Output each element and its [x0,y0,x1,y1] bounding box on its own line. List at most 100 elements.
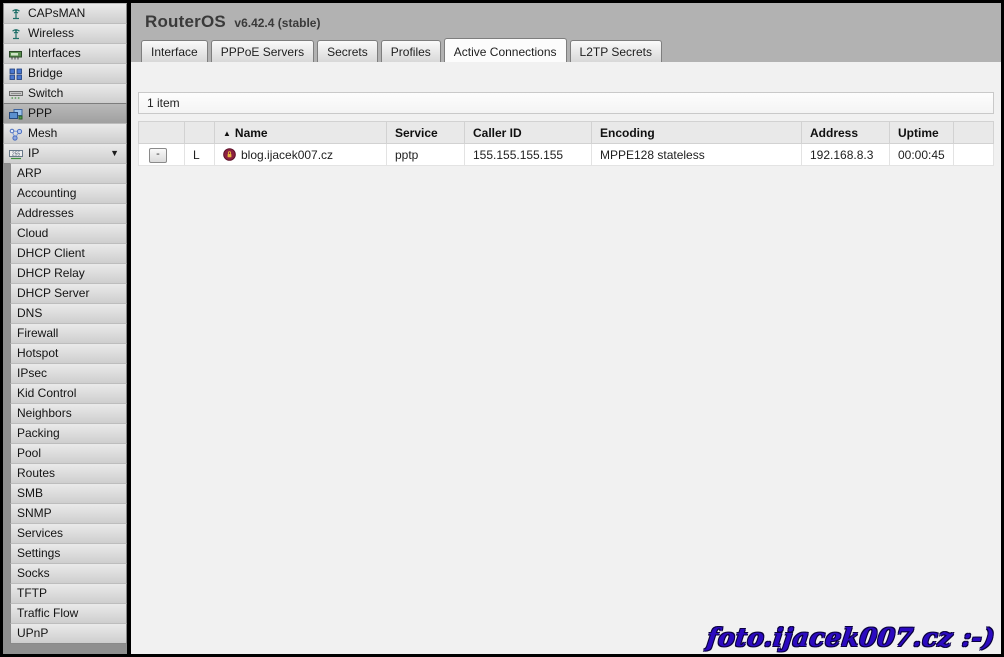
sidebar-item-label: Routes [17,464,55,483]
connections-table-wrap: ▲NameServiceCaller IDEncodingAddressUpti… [138,121,994,166]
column-header-name[interactable]: ▲Name [215,122,387,144]
ppp-icon [8,107,25,121]
sidebar-item-dhcp-client[interactable]: DHCP Client [10,243,127,264]
connections-table: ▲NameServiceCaller IDEncodingAddressUpti… [138,121,994,166]
sidebar: CAPsMANWirelessInterfacesBridgeSwitchPPP… [3,3,127,654]
sort-ascending-icon: ▲ [223,129,231,138]
tab-profiles[interactable]: Profiles [381,40,441,62]
sidebar-item-label: TFTP [17,584,47,603]
wireless-antenna-icon [8,27,25,41]
column-header-remove[interactable] [139,122,185,144]
sidebar-item-label: Firewall [17,324,58,343]
column-header-flags[interactable] [185,122,215,144]
column-header-spacer[interactable] [954,122,994,144]
tab-active-connections[interactable]: Active Connections [444,38,567,62]
cell-address: 192.168.8.3 [802,144,890,166]
sidebar-item-label: Interfaces [28,44,81,63]
sidebar-item-kid-control[interactable]: Kid Control [10,383,127,404]
sidebar-item-ip[interactable]: 255 IP ▼ [3,143,127,164]
sidebar-item-interfaces[interactable]: Interfaces [3,43,127,64]
sidebar-item-label: PPP [28,104,52,123]
sidebar-item-dhcp-server[interactable]: DHCP Server [10,283,127,304]
sidebar-item-label: Bridge [28,64,63,83]
sidebar-item-label: CAPsMAN [28,4,85,23]
sidebar-item-label: Addresses [17,204,74,223]
items-count-bar: 1 item [138,92,994,114]
sidebar-item-mesh[interactable]: Mesh [3,123,127,144]
column-header-uptime[interactable]: Uptime [890,122,954,144]
sidebar-item-hotspot[interactable]: Hotspot [10,343,127,364]
remove-connection-button[interactable]: - [149,148,167,163]
sidebar-item-arp[interactable]: ARP [10,163,127,184]
sidebar-item-label: SMB [17,484,43,503]
sidebar-item-label: IP [28,144,39,163]
sidebar-item-traffic-flow[interactable]: Traffic Flow [10,603,127,624]
sidebar-item-dns[interactable]: DNS [10,303,127,324]
sidebar-item-accounting[interactable]: Accounting [10,183,127,204]
sidebar-item-smb[interactable]: SMB [10,483,127,504]
tab-bar: InterfacePPPoE ServersSecretsProfilesAct… [141,38,665,62]
sidebar-item-packing[interactable]: Packing [10,423,127,444]
sidebar-item-tftp[interactable]: TFTP [10,583,127,604]
sidebar-item-dhcp-relay[interactable]: DHCP Relay [10,263,127,284]
ip-icon: 255 [8,147,25,161]
sidebar-item-label: DHCP Server [17,284,89,303]
interface-card-icon [8,47,25,61]
sidebar-item-label: Accounting [17,184,76,203]
sidebar-item-capsman[interactable]: CAPsMAN [3,3,127,24]
cell-flags: L [185,144,215,166]
sidebar-item-label: Traffic Flow [17,604,78,623]
tab-secrets[interactable]: Secrets [317,40,378,62]
sidebar-item-services[interactable]: Services [10,523,127,544]
sidebar-item-settings[interactable]: Settings [10,543,127,564]
cell-spacer [954,144,994,166]
sidebar-item-bridge[interactable]: Bridge [3,63,127,84]
sidebar-item-label: IPsec [17,364,47,383]
sidebar-item-label: ARP [17,164,42,183]
sidebar-item-label: Mesh [28,124,57,143]
sidebar-item-label: UPnP [17,624,48,643]
svg-text:255: 255 [12,151,21,157]
cell-encoding: MPPE128 stateless [592,144,802,166]
tab-l2tp-secrets[interactable]: L2TP Secrets [570,40,662,62]
sidebar-item-routes[interactable]: Routes [10,463,127,484]
sidebar-item-label: DHCP Client [17,244,85,263]
sidebar-item-socks[interactable]: Socks [10,563,127,584]
column-header-service[interactable]: Service [387,122,465,144]
tab-pppoe-servers[interactable]: PPPoE Servers [211,40,314,62]
product-name: RouterOS [145,12,226,31]
tab-interface[interactable]: Interface [141,40,208,62]
page-title: RouterOS v6.42.4 (stable) [145,12,320,32]
sidebar-item-switch[interactable]: Switch [3,83,127,104]
sidebar-item-label: Wireless [28,24,74,43]
sidebar-item-snmp[interactable]: SNMP [10,503,127,524]
sidebar-item-label: Cloud [17,224,48,243]
mesh-icon [8,127,25,141]
sidebar-item-label: Kid Control [17,384,76,403]
sidebar-item-firewall[interactable]: Firewall [10,323,127,344]
sidebar-item-pool[interactable]: Pool [10,443,127,464]
items-count-label: 1 item [147,96,180,110]
cell-remove: - [139,144,185,166]
connection-name: blog.ijacek007.cz [241,148,333,162]
sidebar-item-label: SNMP [17,504,52,523]
column-header-address[interactable]: Address [802,122,890,144]
column-header-caller_id[interactable]: Caller ID [465,122,592,144]
column-header-encoding[interactable]: Encoding [592,122,802,144]
sidebar-item-ipsec[interactable]: IPsec [10,363,127,384]
sidebar-item-label: DNS [17,304,42,323]
sidebar-item-label: Switch [28,84,63,103]
sidebar-item-ppp[interactable]: PPP [3,103,127,124]
chevron-down-icon[interactable]: ▼ [110,144,122,163]
main-panel: RouterOS v6.42.4 (stable) InterfacePPPoE… [131,3,1001,654]
table-body: -Lblog.ijacek007.czpptp155.155.155.155MP… [139,144,994,166]
sidebar-item-addresses[interactable]: Addresses [10,203,127,224]
sidebar-item-label: Neighbors [17,404,72,423]
sidebar-item-upnp[interactable]: UPnP [10,623,127,644]
bridge-icon [8,67,25,81]
sidebar-item-wireless[interactable]: Wireless [3,23,127,44]
content-area: 1 item ▲NameServiceCaller IDEncodingAddr… [131,62,1001,654]
sidebar-item-label: Pool [17,444,41,463]
sidebar-item-cloud[interactable]: Cloud [10,223,127,244]
sidebar-item-neighbors[interactable]: Neighbors [10,403,127,424]
